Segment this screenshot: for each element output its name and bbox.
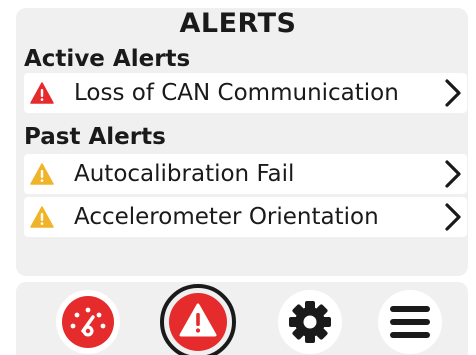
alerts-screen: ALERTS Active Alerts Loss of CAN Communi… [0, 0, 476, 355]
page-title: ALERTS [179, 8, 297, 39]
active-alerts-heading: Active Alerts [24, 46, 191, 72]
nav-menu-button[interactable] [378, 290, 442, 354]
warning-alert-icon [30, 163, 54, 185]
alert-triangle-icon [169, 293, 227, 351]
menu-icon [390, 306, 430, 338]
gear-icon [289, 301, 331, 343]
alert-row-loss-of-can-communication[interactable]: Loss of CAN Communication [24, 73, 467, 113]
alert-label: Loss of CAN Communication [74, 80, 399, 106]
critical-alert-icon [30, 82, 54, 104]
alert-label: Accelerometer Orientation [74, 204, 379, 230]
nav-settings-button[interactable] [278, 290, 342, 354]
past-alerts-heading: Past Alerts [24, 124, 166, 150]
alert-label: Autocalibration Fail [74, 161, 295, 187]
chevron-right-icon [445, 79, 461, 107]
nav-alerts-button[interactable] [160, 284, 236, 355]
warning-alert-icon [30, 206, 54, 228]
alert-row-accelerometer-orientation[interactable]: Accelerometer Orientation [24, 197, 467, 237]
chevron-right-icon [445, 160, 461, 188]
alert-row-autocalibration-fail[interactable]: Autocalibration Fail [24, 154, 467, 194]
dashboard-gauge-icon [62, 296, 114, 348]
nav-dashboard-button[interactable] [56, 290, 120, 354]
chevron-right-icon [445, 203, 461, 231]
